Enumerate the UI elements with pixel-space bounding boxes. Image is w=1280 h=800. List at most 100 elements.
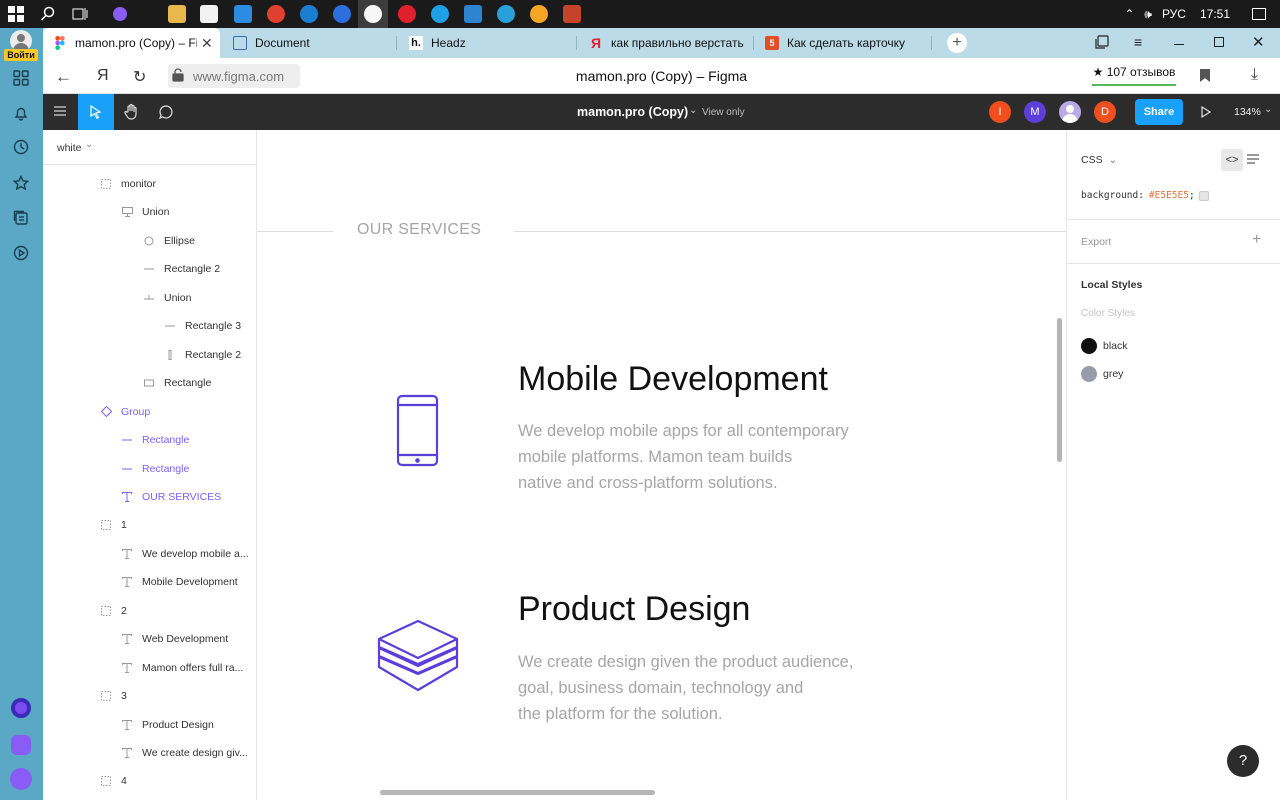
vscode-icon[interactable] [464,5,482,23]
layer-item[interactable]: Union [121,198,169,226]
menu-icon[interactable]: ≡ [1134,34,1142,50]
close-tab-icon[interactable]: ✕ [201,35,213,52]
zoom-level[interactable]: 134% [1234,106,1261,118]
color-swatch [1198,190,1209,201]
code-view-icon[interactable]: <> [1221,149,1243,171]
layer-item[interactable]: Ellipse [143,227,195,255]
app-icon[interactable] [530,5,548,23]
avatar[interactable]: D [1094,101,1116,123]
vertical-scrollbar[interactable] [1057,318,1062,462]
layer-item[interactable]: 2 [100,597,127,625]
chevron-up-icon[interactable]: ⌃ [1124,7,1134,21]
login-button[interactable]: Войти [4,49,38,61]
layer-item[interactable]: 1 [100,511,127,539]
layer-item[interactable]: Union [143,284,191,312]
comment-tool-icon[interactable] [158,104,174,120]
layer-label: Rectangle [142,434,190,447]
inspect-panel: CSS ⌄ <> background: #E5E5E5 ; Export + … [1066,130,1280,800]
tab-document[interactable]: Document [223,28,393,58]
page-name: white [57,142,82,154]
new-tab-icon[interactable]: + [947,33,967,53]
bell-icon[interactable] [10,102,32,124]
skype-icon[interactable] [431,5,449,23]
tab-collections-icon[interactable] [1095,35,1109,49]
layer-item[interactable]: Group [100,398,150,426]
layer-item[interactable]: Mamon offers full ra... [121,654,243,682]
share-button[interactable]: Share [1135,99,1183,125]
collections-icon[interactable] [10,207,32,229]
layer-item[interactable]: We develop mobile a... [121,540,249,568]
avatar[interactable] [1059,101,1081,123]
horizontal-scrollbar[interactable] [380,790,655,795]
tab-yandex-search[interactable]: Я как правильно верстать к [579,28,749,58]
notification-icon[interactable] [1252,8,1266,20]
chrome-icon[interactable] [267,5,285,23]
store-icon[interactable] [200,5,218,23]
reviews-badge[interactable]: ★ 107 отзывов [1092,64,1176,86]
layer-item[interactable]: Rectangle 2 [164,341,241,369]
add-export-icon[interactable]: + [1252,231,1261,249]
move-tool-icon[interactable] [78,94,114,130]
play-circle-icon[interactable] [10,242,32,264]
layer-item[interactable]: We create design giv... [121,739,248,767]
language-indicator[interactable]: РУС [1162,7,1186,21]
chevron-down-icon[interactable]: ⌄ [689,105,697,116]
windows-start-icon[interactable] [6,4,26,24]
yandex-browser-icon[interactable] [364,5,382,23]
search-icon[interactable] [38,4,58,24]
layer-item[interactable]: 4 [100,767,127,795]
layer-item[interactable]: OUR SERVICES [121,483,221,511]
edge-icon[interactable] [300,5,318,23]
list-view-icon[interactable] [1247,152,1259,164]
layer-item[interactable]: Product Design [121,711,214,739]
style-item-black[interactable]: black [1081,338,1128,354]
layer-item[interactable]: Rectangle [121,426,189,454]
design-canvas[interactable]: OUR SERVICES Mobile Development We devel… [257,130,1066,800]
style-item-grey[interactable]: grey [1081,366,1123,382]
style-name: black [1103,340,1128,352]
apps-grid-icon[interactable] [10,67,32,89]
close-window-icon[interactable]: ✕ [1252,33,1265,51]
task-view-icon[interactable] [70,4,90,24]
clock[interactable]: 17:51 [1200,7,1230,21]
file-explorer-icon[interactable] [168,5,186,23]
layer-item[interactable]: Mobile Development [121,568,238,596]
layer-item[interactable]: Rectangle 3 [164,312,241,340]
restore-icon[interactable] [1214,37,1224,47]
code-language-select[interactable]: CSS ⌄ [1081,154,1117,166]
tab-headz[interactable]: h. Headz [399,28,569,58]
tab-html-card[interactable]: 5 Как сделать карточку [755,28,930,58]
alice-circle-icon[interactable] [10,697,32,719]
help-button[interactable]: ? [1227,745,1259,777]
download-icon[interactable]: ⤓ [1251,66,1258,84]
avatar[interactable]: M [1024,101,1046,123]
present-icon[interactable] [1201,105,1212,119]
telegram-icon[interactable] [497,5,515,23]
alice-icon[interactable] [110,4,130,24]
page-selector[interactable]: white ⌄ [43,130,256,165]
sublime-icon[interactable] [563,5,581,23]
text-icon [121,576,133,588]
file-name[interactable]: mamon.pro (Copy) [577,105,688,119]
minimize-icon[interactable] [1174,44,1184,45]
layer-item[interactable]: monitor [100,170,156,198]
opera-icon[interactable] [398,5,416,23]
assistant-icon[interactable] [10,768,32,790]
avatar[interactable]: I [989,101,1011,123]
line-icon [164,320,176,332]
star-icon[interactable] [10,172,32,194]
mail-icon[interactable] [234,5,252,23]
layer-item[interactable]: Rectangle [143,369,211,397]
tab-figma[interactable]: mamon.pro (Copy) – Figma ✕ [43,28,220,58]
figma-menu-icon[interactable] [53,104,67,118]
hand-tool-icon[interactable] [123,103,141,121]
layer-item[interactable]: Rectangle 2 [143,255,220,283]
layer-item[interactable]: 3 [100,682,127,710]
zoom-chevron-icon[interactable]: ⌄ [1264,104,1272,115]
layer-item[interactable]: Web Development [121,625,228,653]
volume-icon[interactable]: 🕪 [1144,7,1152,22]
messenger-icon[interactable] [10,734,32,756]
history-icon[interactable] [10,136,32,158]
firefox-icon[interactable] [333,5,351,23]
layer-item[interactable]: Rectangle [121,455,189,483]
